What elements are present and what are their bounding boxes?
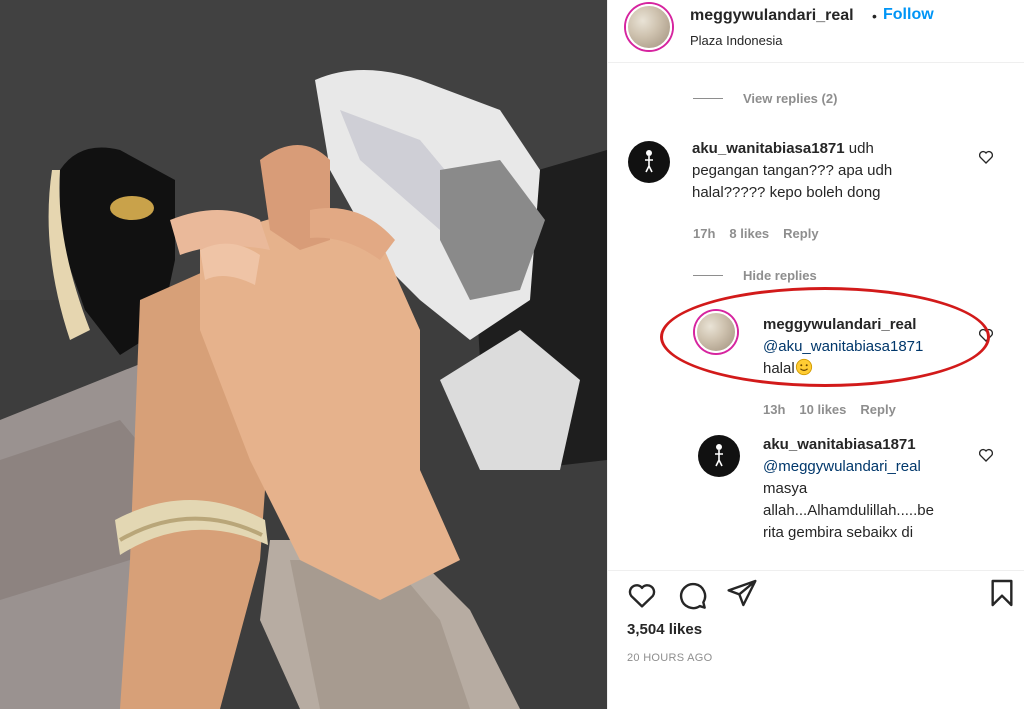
comment-text: aku_wanitabiasa1871 udh pegangan tangan?… <box>692 138 972 204</box>
post-photo[interactable] <box>0 0 607 709</box>
replier-avatar[interactable] <box>698 435 740 477</box>
author-username[interactable]: meggywulandari_real <box>690 7 854 25</box>
comment-time[interactable]: 17h <box>693 226 715 241</box>
figure-icon <box>645 150 653 173</box>
reply-item: aku_wanitabiasa1871 @meggywulandari_real… <box>608 432 1024 570</box>
reply-username[interactable]: aku_wanitabiasa1871 <box>763 436 916 453</box>
comment-username[interactable]: aku_wanitabiasa1871 <box>692 140 845 157</box>
likes-count[interactable]: 3,504 likes <box>627 621 702 638</box>
reply-reply-button[interactable]: Reply <box>860 402 895 417</box>
separator-dot: • <box>872 8 877 24</box>
hide-replies-button[interactable]: Hide replies <box>693 268 817 283</box>
reply-mention[interactable]: @meggywulandari_real <box>763 458 921 475</box>
reply-line-2: allah...Alhamdulillah.....be <box>763 502 934 519</box>
reply-time[interactable]: 13h <box>763 402 785 417</box>
replier-avatar[interactable] <box>695 311 737 353</box>
reply-text: aku_wanitabiasa1871 @meggywulandari_real… <box>763 434 983 544</box>
comment-reply-button[interactable]: Reply <box>783 226 818 241</box>
reply-text: meggywulandari_real @aku_wanitabiasa1871… <box>763 314 1003 380</box>
view-replies-label: View replies (2) <box>743 91 838 106</box>
photo-holding-hands <box>0 0 607 709</box>
figure-icon <box>715 444 723 467</box>
heart-icon[interactable] <box>626 579 658 611</box>
comment-line-3: halal????? kepo boleh dong <box>692 184 881 201</box>
view-replies-button[interactable]: View replies (2) <box>693 91 837 106</box>
post-side-panel: meggywulandari_real • Follow Plaza Indon… <box>607 0 1024 709</box>
hide-replies-label: Hide replies <box>743 268 817 283</box>
paper-plane-icon[interactable] <box>726 577 758 609</box>
commenter-avatar[interactable] <box>628 141 670 183</box>
reply-meta: 13h 10 likes Reply <box>763 402 896 417</box>
comment-line-1: udh <box>848 140 874 157</box>
reply-like-heart-icon[interactable] <box>978 327 994 343</box>
comment-line-2: pegangan tangan??? apa udh <box>692 162 893 179</box>
reply-likes[interactable]: 10 likes <box>799 402 846 417</box>
author-avatar[interactable] <box>626 4 672 50</box>
comment-like-heart-icon[interactable] <box>978 149 994 165</box>
location-link[interactable]: Plaza Indonesia <box>690 33 783 48</box>
post-timestamp[interactable]: 20 HOURS AGO <box>627 652 713 664</box>
comment-item: aku_wanitabiasa1871 udh pegangan tangan?… <box>608 134 1024 244</box>
reply-username[interactable]: meggywulandari_real <box>763 316 916 333</box>
reply-body: halal <box>763 360 795 377</box>
comments-section[interactable]: View replies (2) aku_wanitabiasa1871 udh… <box>608 64 1024 570</box>
reply-mention[interactable]: @aku_wanitabiasa1871 <box>763 338 923 355</box>
comment-likes[interactable]: 8 likes <box>729 226 769 241</box>
reply-item: meggywulandari_real @aku_wanitabiasa1871… <box>608 308 1024 418</box>
reply-line-1: masya <box>763 480 808 497</box>
bookmark-icon[interactable] <box>986 576 1018 610</box>
reply-line-3: rita gembira sebaikx di <box>763 524 914 541</box>
replies-divider-line <box>693 275 723 276</box>
smiling-face-emoji-icon <box>795 358 812 376</box>
comment-bubble-icon[interactable] <box>676 579 708 611</box>
post-header: meggywulandari_real • Follow Plaza Indon… <box>608 0 1024 63</box>
post-actions-bar: 3,504 likes 20 HOURS AGO <box>608 570 1024 709</box>
follow-button[interactable]: Follow <box>883 6 934 24</box>
comment-meta: 17h 8 likes Reply <box>693 226 819 241</box>
reply-like-heart-icon[interactable] <box>978 447 994 463</box>
replies-divider-line <box>693 98 723 99</box>
